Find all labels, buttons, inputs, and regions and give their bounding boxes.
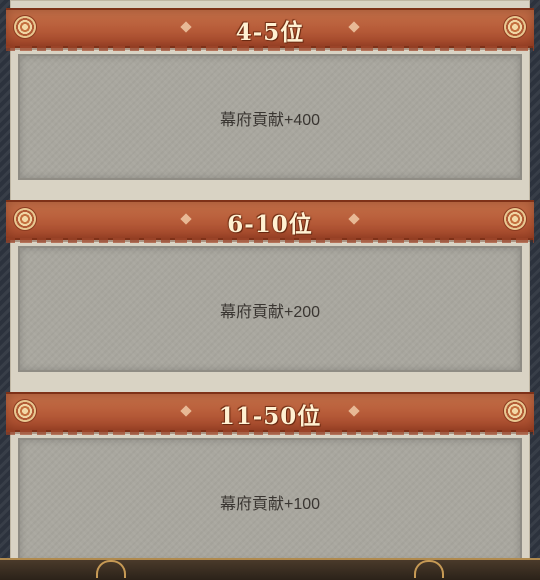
rank-section-1: 4-5位 幕府貢献+400 (0, 0, 540, 193)
crest-icon (504, 400, 526, 422)
reward-panel: 幕府貢献+200 (18, 246, 522, 372)
crest-icon (504, 16, 526, 38)
rank-banner: 6-10位 (6, 200, 534, 243)
reward-text: 幕府貢献+200 (219, 304, 321, 321)
reward-panel: 幕府貢献+400 (18, 54, 522, 180)
rank-section-2: 6-10位 幕府貢献+200 (0, 192, 540, 385)
wave-ornament-icon (414, 560, 444, 578)
reward-text: 幕府貢献+100 (219, 496, 321, 513)
reward-text: 幕府貢献+400 (219, 112, 321, 129)
rank-title: 11-50位 (218, 403, 322, 430)
bottom-ornament-bar (0, 558, 540, 580)
rank-banner: 11-50位 (6, 392, 534, 435)
wave-ornament-icon (96, 560, 126, 578)
crest-icon (504, 208, 526, 230)
rank-section-3: 11-50位 幕府貢献+100 (0, 384, 540, 577)
reward-panel: 幕府貢献+100 (18, 438, 522, 564)
rank-title: 6-10位 (227, 211, 313, 238)
rank-title: 4-5位 (235, 19, 305, 46)
rank-banner: 4-5位 (6, 8, 534, 51)
